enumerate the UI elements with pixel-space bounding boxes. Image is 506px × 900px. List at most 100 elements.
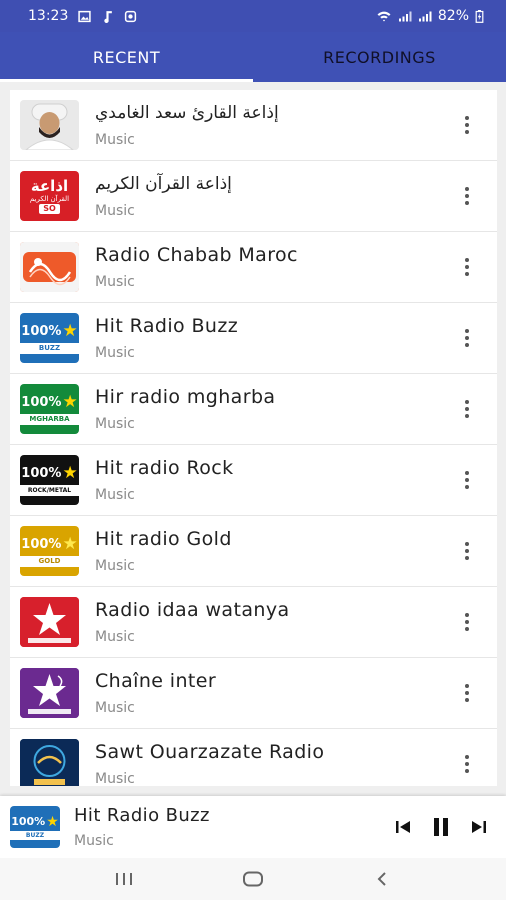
pause-button[interactable] — [424, 807, 458, 847]
list-item[interactable]: 100% ★ GOLD Hit radio Gold Music — [10, 516, 497, 587]
recents-button[interactable] — [104, 864, 144, 894]
station-subtitle: Music — [95, 203, 135, 219]
logo-band: BUZZ — [20, 342, 79, 354]
station-title: Radio idaa watanya — [95, 599, 290, 621]
logo-text: 100% — [21, 465, 62, 481]
station-title: Sawt Ouarzazate Radio — [95, 741, 325, 763]
star-icon: ★ — [62, 533, 78, 554]
recents-icon — [116, 873, 133, 885]
station-logo: 100% ★ MGHARBA — [20, 384, 79, 434]
logo-band: GOLD — [20, 555, 79, 567]
tab-recordings[interactable]: RECORDINGS — [253, 32, 506, 82]
battery-icon — [475, 9, 484, 23]
station-subtitle: Music — [95, 771, 135, 786]
skip-next-icon — [472, 821, 486, 833]
station-logo: 100% ★ BUZZ — [20, 313, 79, 363]
list-item[interactable]: Sawt Ouarzazate Radio Music — [10, 729, 497, 786]
list-item[interactable]: Radio idaa watanya Music — [10, 587, 497, 658]
more-vert-icon — [465, 400, 469, 418]
more-options-button[interactable] — [447, 389, 487, 429]
list-item[interactable]: Radio Chabab Maroc Music — [10, 232, 497, 303]
player-subtitle: Music — [74, 833, 114, 849]
station-subtitle: Music — [95, 274, 135, 290]
next-button[interactable] — [462, 807, 496, 847]
more-options-button[interactable] — [447, 673, 487, 713]
station-title: Radio Chabab Maroc — [95, 244, 298, 266]
status-bar: 13:23 82% — [0, 0, 506, 32]
more-vert-icon — [465, 187, 469, 205]
station-subtitle: Music — [95, 629, 135, 645]
home-button[interactable] — [233, 864, 273, 894]
ouarzazate-logo-icon — [20, 739, 79, 786]
app-notification-icon — [125, 10, 137, 22]
more-options-button[interactable] — [447, 602, 487, 642]
more-vert-icon — [465, 471, 469, 489]
list-item[interactable]: اذاعة القرآن الكريم SO إذاعة القرآن الكر… — [10, 161, 497, 232]
logo-subtext: القرآن الكريم — [29, 195, 70, 203]
station-subtitle: Music — [95, 487, 135, 503]
star-icon: ★ — [62, 462, 78, 483]
station-list: إذاعة القارئ سعد الغامدي Music اذاعة الق… — [10, 90, 497, 786]
list-item[interactable]: 100% ★ BUZZ Hit Radio Buzz Music — [10, 303, 497, 374]
station-logo: 100% ★ GOLD — [20, 526, 79, 576]
station-title: Hit radio Rock — [95, 457, 234, 479]
pause-icon — [434, 818, 448, 836]
station-subtitle: Music — [95, 132, 135, 148]
previous-button[interactable] — [386, 807, 420, 847]
more-options-button[interactable] — [447, 744, 487, 784]
station-title: Hir radio mgharba — [95, 386, 276, 408]
logo-band: MGHARBA — [20, 413, 79, 425]
star-icon: ★ — [62, 391, 78, 412]
tab-recent[interactable]: RECENT — [0, 32, 253, 82]
chabab-logo-icon — [20, 242, 79, 292]
list-item[interactable]: Chaîne inter Music — [10, 658, 497, 729]
player-title: Hit Radio Buzz — [74, 805, 210, 826]
music-note-icon — [104, 10, 113, 23]
signal-2-icon — [418, 11, 432, 21]
mini-player[interactable]: 100% ★ BUZZ Hit Radio Buzz Music — [0, 796, 506, 858]
star-icon: ★ — [46, 813, 59, 830]
station-logo — [20, 100, 79, 150]
station-logo: اذاعة القرآن الكريم SO — [20, 171, 79, 221]
logo-text: 100% — [11, 815, 46, 828]
battery-percent: 82% — [437, 8, 469, 24]
tab-bar: RECENT RECORDINGS — [0, 32, 506, 82]
wifi-icon — [377, 11, 391, 21]
station-logo — [20, 739, 79, 786]
more-options-button[interactable] — [447, 247, 487, 287]
more-options-button[interactable] — [447, 318, 487, 358]
skip-previous-icon — [396, 821, 410, 833]
more-vert-icon — [465, 258, 469, 276]
back-button[interactable] — [362, 864, 402, 894]
station-subtitle: Music — [95, 416, 135, 432]
logo-text: 100% — [21, 394, 62, 410]
system-nav-bar — [0, 858, 506, 900]
list-item[interactable]: إذاعة القارئ سعد الغامدي Music — [10, 90, 497, 161]
station-logo: 100% ★ ROCK/METAL — [20, 455, 79, 505]
logo-text: 100% — [21, 323, 62, 339]
logo-text: اذاعة — [30, 177, 69, 195]
list-item[interactable]: 100% ★ ROCK/METAL Hit radio Rock Music — [10, 445, 497, 516]
logo-text: 100% — [21, 536, 62, 552]
more-options-button[interactable] — [447, 105, 487, 145]
station-title: Chaîne inter — [95, 670, 217, 692]
more-vert-icon — [465, 755, 469, 773]
list-item[interactable]: 100% ★ MGHARBA Hir radio mgharba Music — [10, 374, 497, 445]
more-options-button[interactable] — [447, 531, 487, 571]
station-title: إذاعة القرآن الكريم — [95, 174, 232, 194]
station-logo — [20, 597, 79, 647]
player-controls — [386, 807, 496, 847]
status-time: 13:23 — [28, 8, 69, 24]
more-vert-icon — [465, 116, 469, 134]
star-icon: ★ — [62, 320, 78, 341]
station-title: Hit radio Gold — [95, 528, 232, 550]
star-logo-icon — [20, 668, 79, 718]
station-subtitle: Music — [95, 345, 135, 361]
station-title: إذاعة القارئ سعد الغامدي — [95, 103, 279, 123]
more-vert-icon — [465, 329, 469, 347]
more-options-button[interactable] — [447, 460, 487, 500]
station-subtitle: Music — [95, 700, 135, 716]
station-logo — [20, 668, 79, 718]
logo-band: ROCK/METAL — [20, 484, 79, 496]
more-options-button[interactable] — [447, 176, 487, 216]
